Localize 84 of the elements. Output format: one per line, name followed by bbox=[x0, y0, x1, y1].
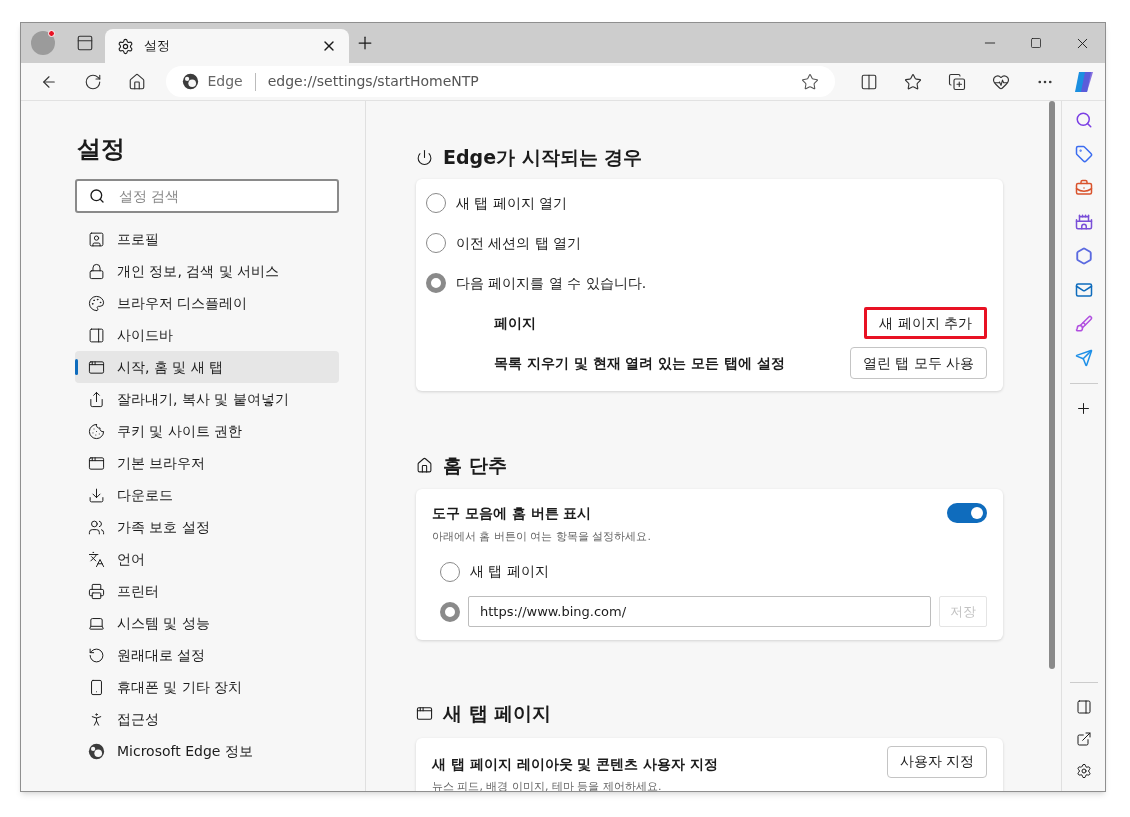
share-icon bbox=[88, 390, 105, 408]
radio-button[interactable] bbox=[440, 561, 460, 582]
phone-icon bbox=[88, 678, 105, 696]
radio-button[interactable] bbox=[440, 601, 460, 622]
sidebar-item[interactable]: 기본 브라우저 bbox=[75, 447, 339, 479]
sidebar-item[interactable]: 브라우저 디스플레이 bbox=[75, 287, 339, 319]
radio-button[interactable] bbox=[426, 273, 446, 293]
url-text: edge://settings/startHomeNTP bbox=[267, 72, 480, 91]
panel-icon[interactable] bbox=[1075, 699, 1092, 715]
sidebar-item[interactable]: 개인 정보, 검색 및 서비스 bbox=[75, 255, 339, 287]
settings-icon[interactable] bbox=[1075, 763, 1092, 779]
people-icon bbox=[88, 518, 105, 536]
sidebar-item[interactable]: 접근성 bbox=[75, 703, 339, 735]
search-icon[interactable] bbox=[1074, 111, 1093, 129]
window-icon bbox=[416, 705, 433, 722]
sidebar-item[interactable]: 쿠키 및 사이트 권한 bbox=[75, 415, 339, 447]
sidebar-item[interactable]: 시작, 홈 및 새 탭 bbox=[75, 351, 339, 383]
settings-icon bbox=[117, 37, 134, 55]
window-icon bbox=[88, 454, 105, 472]
row-label: 새 탭 페이지 레이아웃 및 콘텐츠 사용자 지정 bbox=[432, 754, 719, 774]
sidebar-item[interactable]: Microsoft Edge 정보 bbox=[75, 735, 339, 767]
sidebar-item[interactable]: 원래대로 설정 bbox=[75, 639, 339, 671]
option-label: 다음 페이지를 열 수 있습니다. bbox=[456, 273, 647, 293]
sidebar-item[interactable]: 언어 bbox=[75, 543, 339, 575]
description-text: 뉴스 피드, 배경 이미지, 테마 등을 제어하세요. bbox=[432, 778, 663, 791]
edge-logo-icon bbox=[88, 742, 105, 760]
action-button[interactable]: 열린 탭 모두 사용 bbox=[849, 347, 987, 379]
palette-icon bbox=[88, 294, 105, 312]
sidebar-item[interactable]: 잘라내기, 복사 및 붙여넣기 bbox=[75, 383, 339, 415]
brush-icon[interactable] bbox=[1074, 315, 1093, 333]
reset-icon bbox=[88, 646, 105, 664]
sidebar-item[interactable]: 프린터 bbox=[75, 575, 339, 607]
section-title: 새 탭 페이지 bbox=[443, 701, 552, 727]
sidebar-item[interactable]: 시스템 및 성능 bbox=[75, 607, 339, 639]
lock-icon bbox=[88, 262, 105, 280]
language-icon bbox=[88, 550, 105, 568]
url-input[interactable]: https://www.bing.com/ bbox=[468, 596, 931, 627]
external-link-icon[interactable] bbox=[1075, 731, 1092, 747]
browser-tab[interactable]: 설정 bbox=[105, 29, 349, 63]
sidebar-item[interactable]: 휴대폰 및 기타 장치 bbox=[75, 671, 339, 703]
sidebar-item[interactable]: 사이드바 bbox=[75, 319, 339, 351]
search-field[interactable]: 설정 검색 bbox=[75, 179, 339, 213]
toolbox-icon[interactable] bbox=[1074, 179, 1093, 197]
edge-logo-icon bbox=[182, 73, 200, 90]
option-label: 새 탭 페이지 열기 bbox=[456, 193, 568, 213]
download-icon bbox=[88, 486, 105, 504]
toggle-switch[interactable] bbox=[947, 503, 987, 523]
tag-icon[interactable] bbox=[1074, 145, 1093, 163]
row-label: 페이지 bbox=[494, 313, 536, 333]
home-icon bbox=[416, 456, 433, 474]
paper-plane-icon[interactable] bbox=[1074, 349, 1093, 367]
customize-button[interactable]: 사용자 지정 bbox=[886, 745, 987, 778]
address-bar[interactable]: Edge edge://settings/startHomeNTP bbox=[166, 66, 835, 97]
sidebar-item[interactable]: 프로필 bbox=[75, 223, 339, 255]
tab-title: 설정 bbox=[144, 37, 171, 56]
scrollbar-thumb[interactable] bbox=[1049, 101, 1055, 669]
sidebar-item[interactable]: 가족 보호 설정 bbox=[75, 511, 339, 543]
profile-icon bbox=[88, 230, 105, 248]
add-icon[interactable] bbox=[1075, 400, 1092, 417]
description-text: 아래에서 홈 버튼이 여는 항목을 설정하세요. bbox=[432, 529, 652, 545]
profile-avatar[interactable] bbox=[31, 31, 55, 55]
row-label: 목록 지우기 및 현재 열려 있는 모든 탭에 설정 bbox=[494, 353, 785, 373]
printer-icon bbox=[88, 582, 105, 600]
hexagon-icon[interactable] bbox=[1074, 247, 1093, 265]
radio-button[interactable] bbox=[426, 233, 446, 253]
option-label: 새 탭 페이지 bbox=[470, 562, 549, 581]
sidebar-title: 설정 bbox=[77, 134, 126, 165]
chess-icon[interactable] bbox=[1074, 213, 1093, 231]
panel-icon bbox=[88, 326, 105, 344]
toggle-label: 도구 모음에 홈 버튼 표시 bbox=[432, 503, 592, 523]
favorite-star-icon[interactable] bbox=[801, 72, 819, 91]
option-label: 이전 세션의 탭 열기 bbox=[456, 233, 582, 253]
radio-button[interactable] bbox=[426, 193, 446, 213]
window-icon bbox=[88, 358, 105, 376]
site-label: Edge bbox=[207, 72, 243, 91]
action-button[interactable]: 새 페이지 추가 bbox=[864, 307, 987, 339]
search-icon bbox=[89, 188, 105, 204]
cookie-icon bbox=[88, 422, 105, 440]
section-title: 홈 단추 bbox=[443, 452, 507, 478]
power-icon bbox=[416, 148, 433, 166]
section-title: Edge가 시작되는 경우 bbox=[443, 144, 643, 170]
maximize-icon[interactable] bbox=[1030, 37, 1042, 49]
sidebar-item[interactable]: 다운로드 bbox=[75, 479, 339, 511]
mail-icon[interactable] bbox=[1074, 281, 1093, 299]
